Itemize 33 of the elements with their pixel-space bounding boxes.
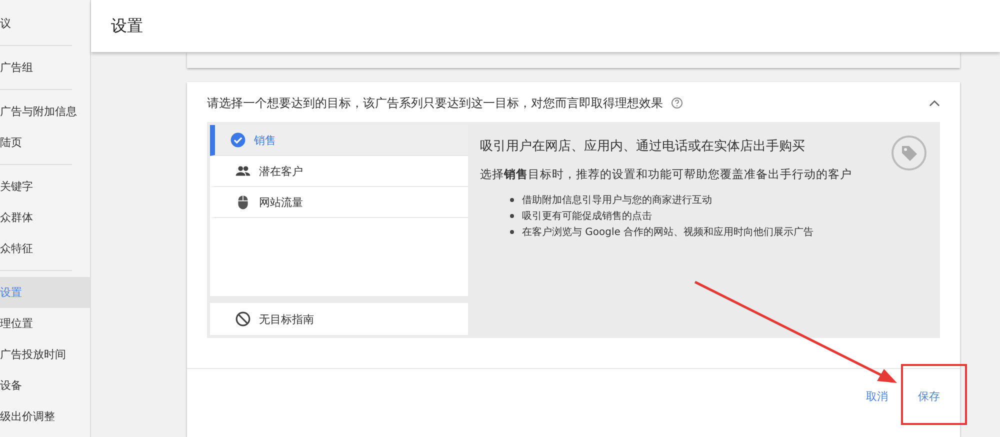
benefit-text: 在客户浏览与 Google 合作的网站、视频和应用时向他们展示广告 [522,226,814,239]
goal-question: 请选择一个想要达到的目标，该广告系列只要达到这一目标，对您而言即取得理想效果 [207,94,663,112]
bullet-icon [510,198,514,202]
sidebar-item[interactable]: 理位置 [0,308,90,339]
mouse-icon [235,194,251,210]
bullet-icon [510,214,514,218]
sidebar-item[interactable]: 广告与附加信息 [0,96,90,127]
save-button[interactable]: 保存 [910,385,948,408]
bullet-icon [510,230,514,234]
no-goal-option[interactable]: 无目标指南 [210,303,468,335]
goal-description-title: 吸引用户在网店、应用内、通过电话或在实体店出手购买 [480,138,805,155]
goal-description: 选择销售目标时，推荐的设置和功能可帮助您覆盖准备出手行动的客户 [480,167,853,182]
sidebar-item[interactable]: 众群体 [0,202,90,233]
tag-icon [891,135,927,171]
collapse-chevron-icon[interactable] [929,99,940,107]
help-icon[interactable] [671,97,683,109]
page-title: 设置 [111,16,143,36]
people-icon [235,163,251,179]
sidebar-item[interactable]: 级出价调整 [0,401,90,432]
sidebar-item[interactable]: 广告组 [0,52,90,83]
check-circle-icon [230,132,246,148]
goal-option[interactable]: 销售 [210,125,468,156]
sidebar-item[interactable]: 议 [0,8,90,39]
prohibited-icon [235,311,251,327]
sidebar-item[interactable]: 设备 [0,370,90,401]
highlight-box [901,364,967,425]
benefit-text: 借助附加信息引导用户与您的商家进行互动 [522,194,712,207]
sidebar-item[interactable]: 陆页 [0,127,90,158]
benefit-text: 吸引更有可能促成销售的点击 [522,210,652,223]
sidebar-item[interactable]: 众特征 [0,233,90,264]
sidebar-item[interactable]: 关键字 [0,171,90,202]
cancel-button[interactable]: 取消 [858,385,896,408]
sidebar-item[interactable]: 广告投放时间 [0,339,90,370]
